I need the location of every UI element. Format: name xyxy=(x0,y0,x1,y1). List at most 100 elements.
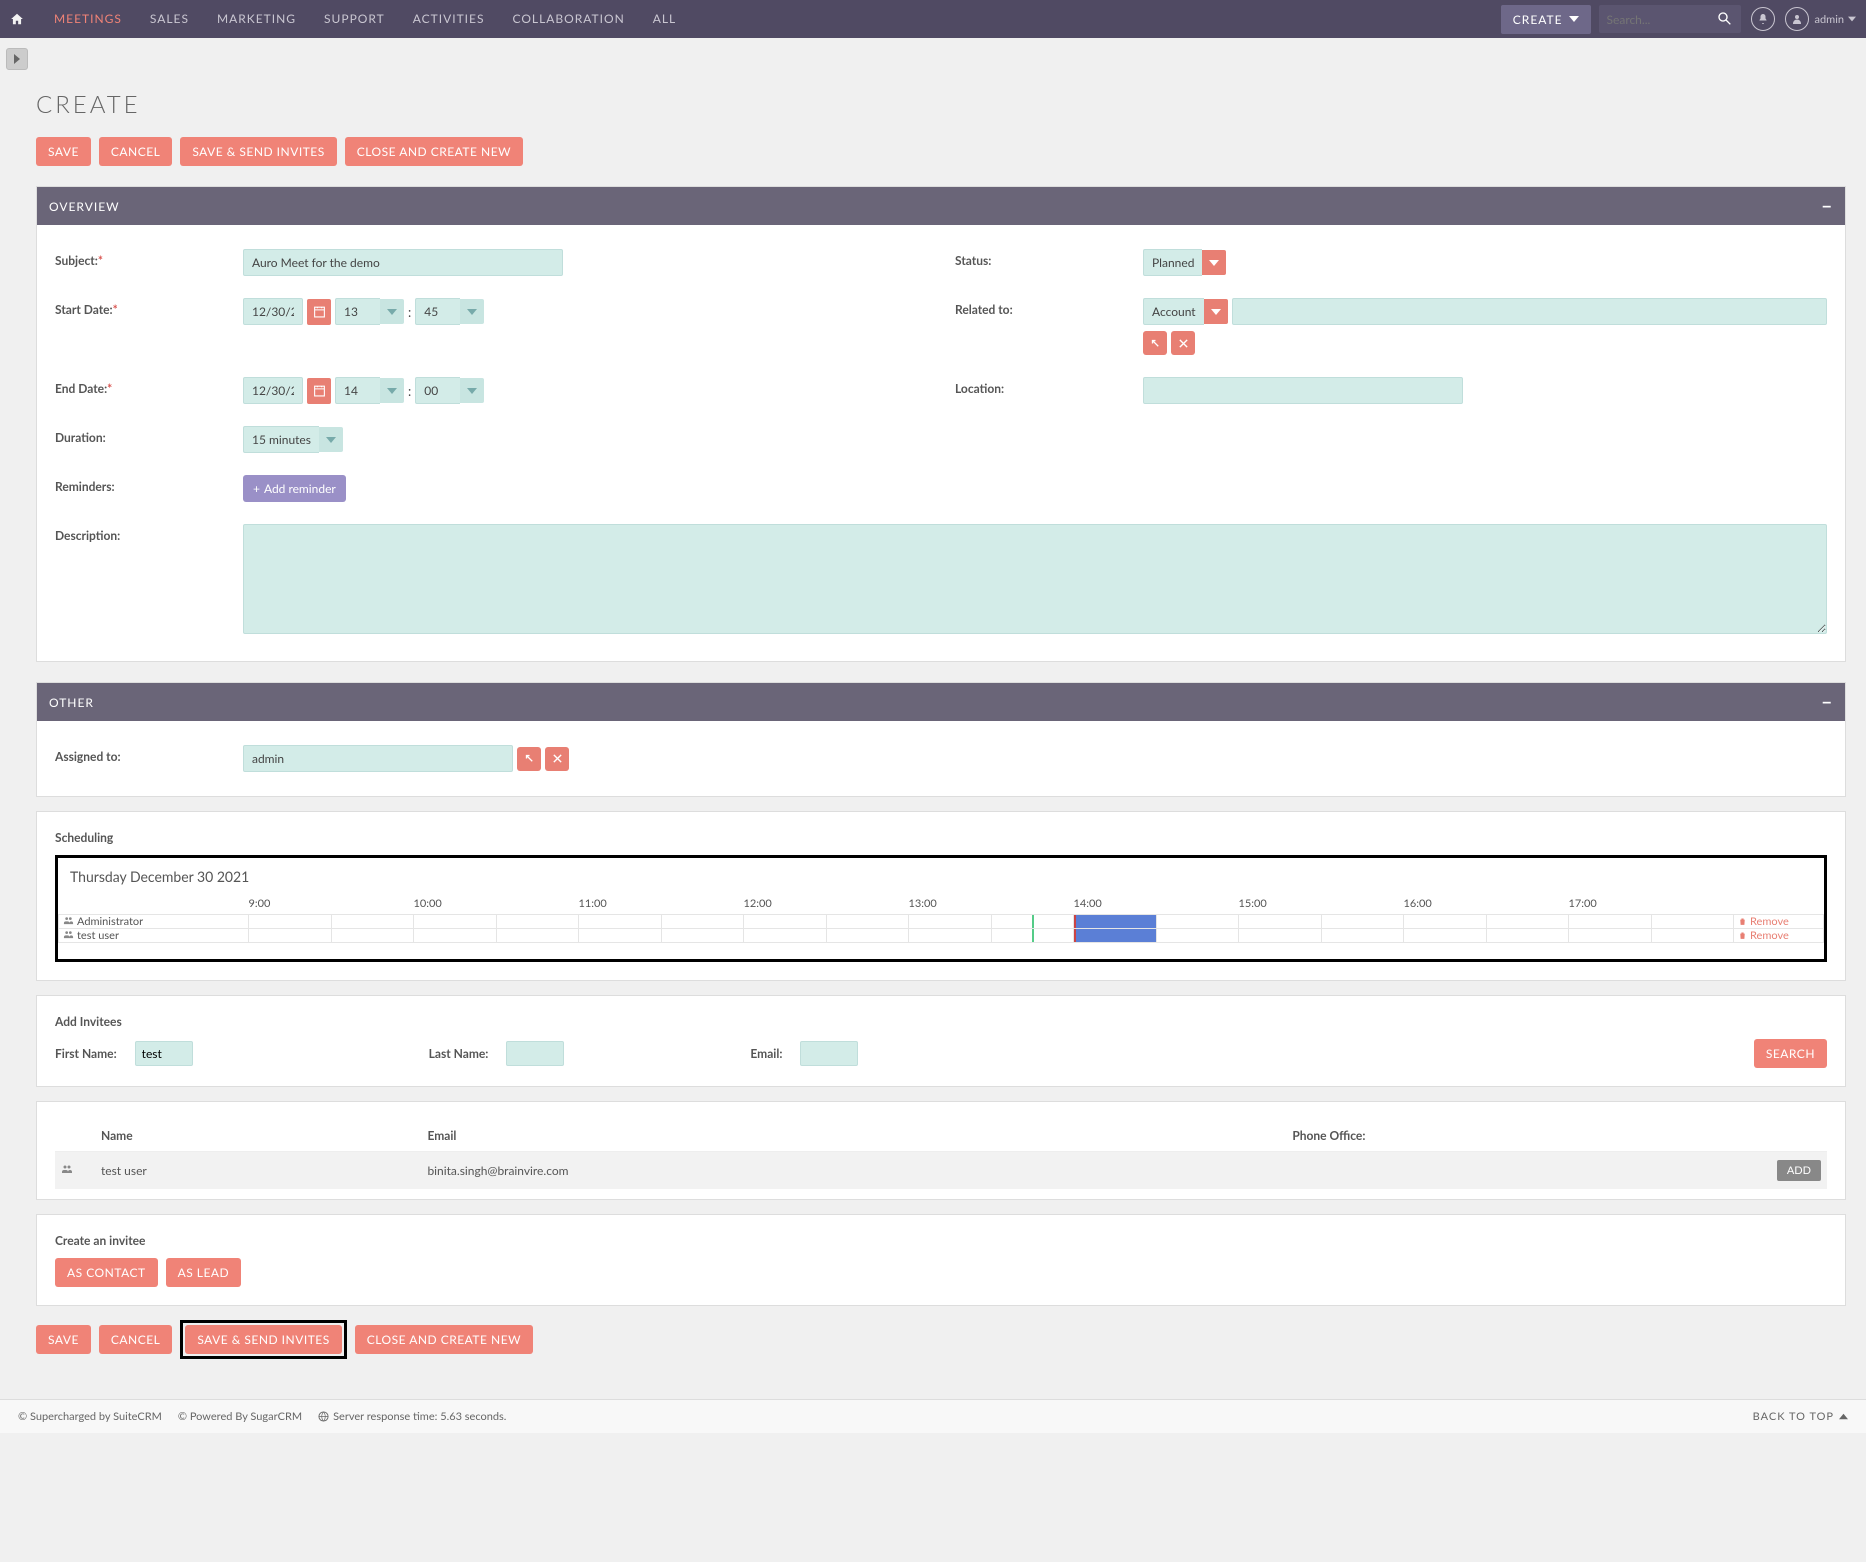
end-date-label: End Date:* xyxy=(55,377,215,396)
email-input[interactable] xyxy=(800,1041,858,1066)
nav-all[interactable]: ALL xyxy=(639,0,690,38)
other-panel: OTHER − Assigned to: xyxy=(36,682,1846,797)
save-button[interactable]: SAVE xyxy=(36,137,91,166)
search-input[interactable] xyxy=(1607,12,1717,27)
end-date-picker-button[interactable] xyxy=(307,378,331,404)
top-nav: MEETINGS SALES MARKETING SUPPORT ACTIVIT… xyxy=(40,0,690,38)
collapse-icon[interactable]: − xyxy=(1822,691,1833,713)
notifications-button[interactable] xyxy=(1751,7,1775,31)
people-icon xyxy=(63,915,74,926)
subject-input[interactable] xyxy=(243,249,563,276)
nav-sales[interactable]: SALES xyxy=(136,0,203,38)
end-hour-select[interactable]: 14 xyxy=(335,377,404,404)
description-textarea[interactable] xyxy=(243,524,1827,634)
nav-marketing[interactable]: MARKETING xyxy=(203,0,310,38)
as-contact-button[interactable]: AS CONTACT xyxy=(55,1258,158,1287)
overview-header[interactable]: OVERVIEW − xyxy=(37,187,1845,225)
save-send-invites-button[interactable]: SAVE & SEND INVITES xyxy=(180,137,336,166)
assigned-clear-button[interactable] xyxy=(545,747,569,771)
caret-down-icon xyxy=(326,435,336,445)
user-menu[interactable]: admin xyxy=(1815,13,1856,26)
start-min-select[interactable]: 45 xyxy=(415,298,484,325)
global-search[interactable] xyxy=(1599,5,1741,33)
remove-invitee-link[interactable]: Remove xyxy=(1738,915,1819,928)
chevron-right-icon xyxy=(12,54,22,64)
as-lead-button[interactable]: AS LEAD xyxy=(166,1258,242,1287)
other-header[interactable]: OTHER − xyxy=(37,683,1845,721)
remove-invitee-link[interactable]: Remove xyxy=(1738,929,1819,942)
user-avatar-button[interactable] xyxy=(1785,7,1809,31)
caret-down-icon xyxy=(387,386,397,396)
nav-support[interactable]: SUPPORT xyxy=(310,0,399,38)
start-date-label: Start Date:* xyxy=(55,298,215,317)
end-min-select[interactable]: 00 xyxy=(415,377,484,404)
x-icon xyxy=(552,753,563,764)
assigned-select-button[interactable] xyxy=(517,747,541,771)
invitee-search-button[interactable]: SEARCH xyxy=(1754,1039,1827,1068)
nav-meetings[interactable]: MEETINGS xyxy=(40,0,136,38)
trash-icon xyxy=(1738,931,1747,940)
add-invitee-button[interactable]: ADD xyxy=(1777,1160,1821,1181)
location-label: Location: xyxy=(955,377,1115,396)
action-buttons-bottom: SAVE CANCEL SAVE & SEND INVITES CLOSE AN… xyxy=(36,1320,1846,1359)
reminders-label: Reminders: xyxy=(55,475,215,494)
footer: © Supercharged by SuiteCRM © Powered By … xyxy=(0,1399,1866,1433)
caret-down-icon xyxy=(467,386,477,396)
status-select[interactable]: Planned xyxy=(1143,249,1226,276)
home-icon[interactable] xyxy=(10,12,24,26)
last-name-label: Last Name: xyxy=(429,1046,489,1061)
nav-activities[interactable]: ACTIVITIES xyxy=(399,0,499,38)
duration-label: Duration: xyxy=(55,426,215,445)
top-navbar: MEETINGS SALES MARKETING SUPPORT ACTIVIT… xyxy=(0,0,1866,38)
search-icon[interactable] xyxy=(1717,11,1733,27)
save-send-invites-highlight: SAVE & SEND INVITES xyxy=(180,1320,346,1359)
nav-collaboration[interactable]: COLLABORATION xyxy=(498,0,638,38)
scheduling-panel: Scheduling Thursday December 30 2021 9:0… xyxy=(36,811,1846,981)
related-record-input[interactable] xyxy=(1232,298,1827,325)
globe-icon xyxy=(318,1411,329,1422)
caret-down-icon xyxy=(467,307,477,317)
invitee-results-panel: Name Email Phone Office: test user binit… xyxy=(36,1101,1846,1200)
related-clear-button[interactable] xyxy=(1171,331,1195,355)
bell-icon xyxy=(1757,13,1769,25)
cancel-button[interactable]: CANCEL xyxy=(99,137,172,166)
footer-credit-1: © Supercharged by SuiteCRM xyxy=(18,1410,162,1423)
caret-down-icon xyxy=(387,307,397,317)
related-select-button[interactable] xyxy=(1143,331,1167,355)
last-name-input[interactable] xyxy=(506,1041,564,1066)
arrow-up-left-icon xyxy=(524,753,535,764)
save-send-invites-button-bottom[interactable]: SAVE & SEND INVITES xyxy=(185,1325,341,1354)
close-create-new-button-bottom[interactable]: CLOSE AND CREATE NEW xyxy=(355,1325,533,1354)
scheduling-grid-highlight: Thursday December 30 2021 9:00 10:00 11:… xyxy=(55,855,1827,962)
start-date-picker-button[interactable] xyxy=(307,299,331,325)
quick-create-button[interactable]: CREATE xyxy=(1501,5,1591,34)
status-label: Status: xyxy=(955,249,1115,268)
related-type-select[interactable]: Account xyxy=(1143,298,1228,325)
scheduling-row: test user Remove xyxy=(59,929,1824,943)
sidebar-toggle[interactable] xyxy=(6,48,28,70)
scheduling-table: 9:00 10:00 11:00 12:00 13:00 14:00 15:00… xyxy=(58,895,1824,943)
assigned-to-input[interactable] xyxy=(243,745,513,772)
first-name-input[interactable] xyxy=(135,1041,193,1066)
overview-panel: OVERVIEW − Subject:* Status: Planned Sta… xyxy=(36,186,1846,662)
duration-select[interactable]: 15 minutes xyxy=(243,426,343,453)
arrow-up-left-icon xyxy=(1150,338,1161,349)
calendar-icon xyxy=(313,384,326,397)
start-hour-select[interactable]: 13 xyxy=(335,298,404,325)
scheduling-title: Scheduling xyxy=(55,830,1827,845)
close-create-new-button[interactable]: CLOSE AND CREATE NEW xyxy=(345,137,523,166)
add-reminder-button[interactable]: + Add reminder xyxy=(243,475,346,502)
page-title: CREATE xyxy=(36,90,1846,119)
people-icon xyxy=(61,1163,73,1175)
subject-label: Subject:* xyxy=(55,249,215,268)
start-date-input[interactable] xyxy=(243,298,303,325)
save-button-bottom[interactable]: SAVE xyxy=(36,1325,91,1354)
create-invitee-panel: Create an invitee AS CONTACT AS LEAD xyxy=(36,1214,1846,1306)
cancel-button-bottom[interactable]: CANCEL xyxy=(99,1325,172,1354)
end-date-input[interactable] xyxy=(243,377,303,404)
back-to-top-link[interactable]: BACK TO TOP xyxy=(1753,1410,1848,1423)
location-input[interactable] xyxy=(1143,377,1463,404)
collapse-icon[interactable]: − xyxy=(1822,195,1833,217)
footer-response-time: Server response time: 5.63 seconds. xyxy=(333,1410,506,1423)
caret-down-icon xyxy=(1569,14,1579,24)
